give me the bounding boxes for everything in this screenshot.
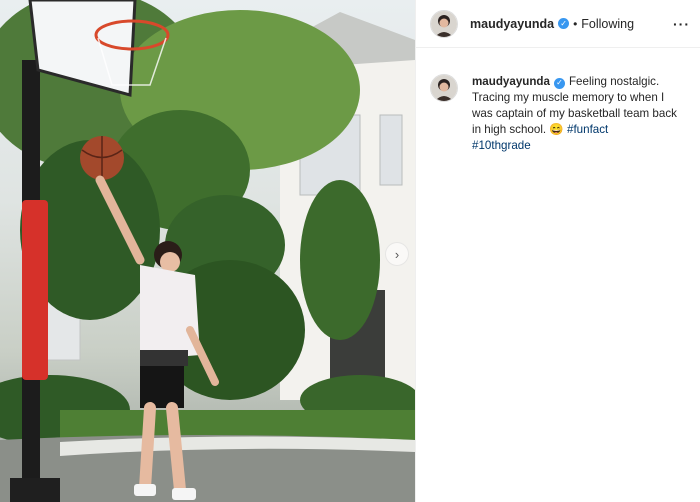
header-username[interactable]: maudyayunda bbox=[470, 17, 554, 31]
caption-username[interactable]: maudyayunda bbox=[472, 75, 550, 88]
grinning-face-emoji-icon: 😄 bbox=[549, 123, 564, 136]
post-caption: maudyayunda ✓ Feeling nostalgic. Tracing m… bbox=[416, 48, 700, 154]
post-header: maudyayunda ✓ • Following ··· bbox=[416, 0, 700, 48]
photo-scene bbox=[0, 0, 415, 502]
hashtag-link[interactable]: #10thgrade bbox=[472, 139, 531, 152]
caption-body: maudyayunda ✓ Feeling nostalgic. Tracing m… bbox=[472, 74, 688, 154]
following-button[interactable]: Following bbox=[581, 17, 634, 31]
post-side-panel: maudyayunda ✓ • Following ··· maudyayund… bbox=[415, 0, 700, 502]
hashtag-link[interactable]: #funfact bbox=[567, 123, 608, 136]
verified-badge-icon: ✓ bbox=[558, 18, 570, 29]
post-photo[interactable]: › bbox=[0, 0, 415, 502]
avatar[interactable] bbox=[430, 9, 458, 38]
carousel-next-icon[interactable]: › bbox=[385, 242, 409, 266]
verified-badge-icon: ✓ bbox=[553, 77, 565, 89]
header-separator: • bbox=[573, 16, 578, 31]
more-options-icon[interactable]: ··· bbox=[673, 16, 690, 32]
caption-avatar[interactable] bbox=[430, 74, 458, 102]
